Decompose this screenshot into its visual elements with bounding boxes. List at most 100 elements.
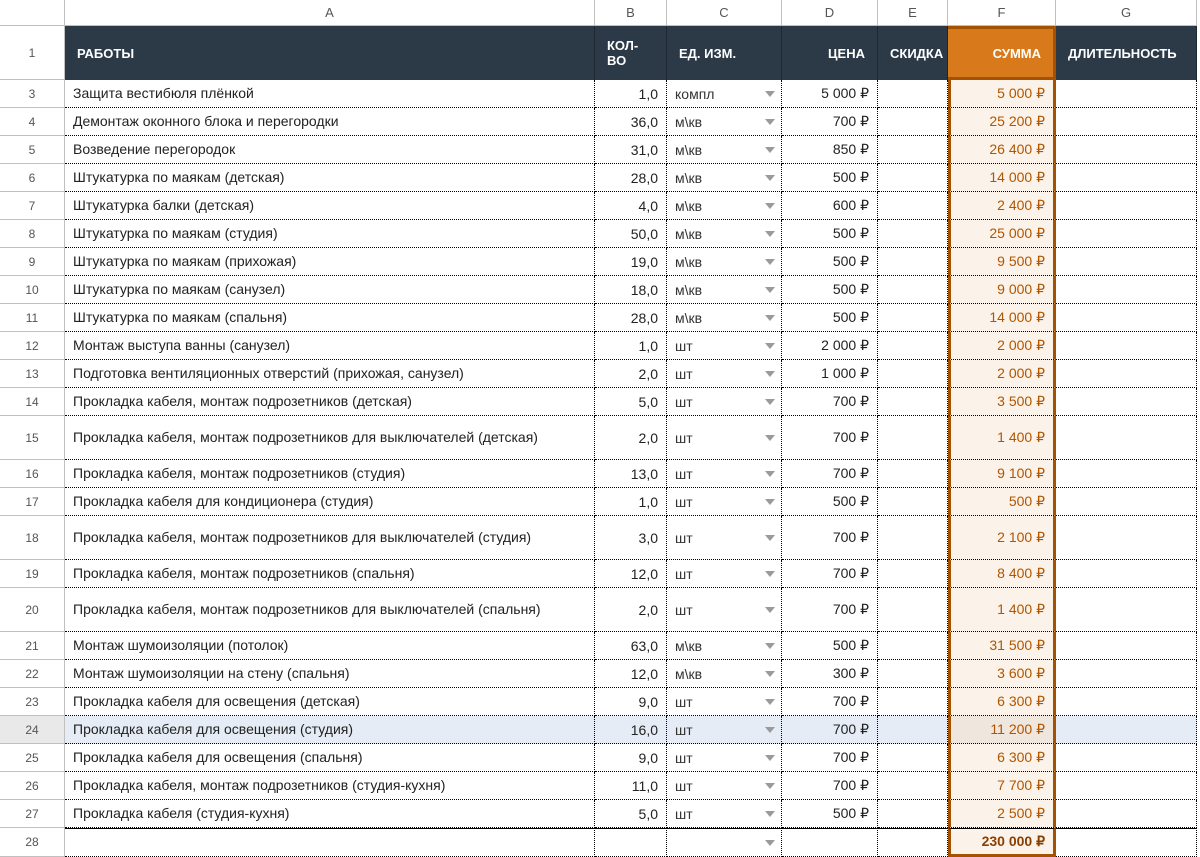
cell-qty[interactable]: 1,0 [595,80,667,108]
cell-unit[interactable]: шт [667,416,782,460]
dropdown-caret-icon[interactable] [765,231,775,237]
dropdown-caret-icon[interactable] [765,755,775,761]
cell-qty[interactable]: 5,0 [595,388,667,416]
cell-discount[interactable] [878,80,948,108]
dropdown-caret-icon[interactable] [765,535,775,541]
cell-discount[interactable] [878,360,948,388]
row-head-17[interactable]: 17 [0,488,65,516]
cell-sum[interactable]: 3 500 ₽ [948,388,1056,416]
cell-price[interactable]: 500 ₽ [782,488,878,516]
cell-work[interactable]: Прокладка кабеля для освещения (студия) [65,716,595,744]
cell-price[interactable]: 700 ₽ [782,588,878,632]
cell-work[interactable]: Прокладка кабеля для освещения (детская) [65,688,595,716]
cell-duration[interactable] [1056,560,1197,588]
cell-duration[interactable] [1056,248,1197,276]
cell-work[interactable]: Штукатурка по маякам (прихожая) [65,248,595,276]
cell-duration[interactable] [1056,164,1197,192]
row-head-28[interactable]: 28 [0,828,65,857]
cell-duration-total[interactable] [1056,828,1197,857]
cell-unit[interactable]: м\кв [667,632,782,660]
cell-discount[interactable] [878,108,948,136]
dropdown-caret-icon[interactable] [765,371,775,377]
cell-duration[interactable] [1056,304,1197,332]
dropdown-caret-icon[interactable] [765,343,775,349]
cell-discount-total[interactable] [878,828,948,857]
col-head-C[interactable]: C [667,0,782,26]
row-head-25[interactable]: 25 [0,744,65,772]
row-head-13[interactable]: 13 [0,360,65,388]
cell-sum[interactable]: 8 400 ₽ [948,560,1056,588]
row-head-18[interactable]: 18 [0,516,65,560]
cell-duration[interactable] [1056,108,1197,136]
cell-unit[interactable]: м\кв [667,304,782,332]
row-head-5[interactable]: 5 [0,136,65,164]
dropdown-caret-icon[interactable] [765,699,775,705]
cell-unit[interactable]: шт [667,744,782,772]
cell-qty[interactable]: 36,0 [595,108,667,136]
cell-duration[interactable] [1056,588,1197,632]
cell-unit[interactable]: шт [667,488,782,516]
cell-discount[interactable] [878,632,948,660]
cell-work[interactable]: Прокладка кабеля, монтаж подрозетников (… [65,388,595,416]
cell-sum[interactable]: 2 500 ₽ [948,800,1056,828]
dropdown-caret-icon[interactable] [765,259,775,265]
cell-discount[interactable] [878,164,948,192]
row-head-12[interactable]: 12 [0,332,65,360]
cell-price[interactable]: 1 000 ₽ [782,360,878,388]
row-head-27[interactable]: 27 [0,800,65,828]
cell-duration[interactable] [1056,220,1197,248]
cell-sum[interactable]: 2 100 ₽ [948,516,1056,560]
cell-work[interactable]: Защита вестибюля плёнкой [65,80,595,108]
cell-unit[interactable]: шт [667,460,782,488]
cell-duration[interactable] [1056,136,1197,164]
cell-sum[interactable]: 3 600 ₽ [948,660,1056,688]
cell-qty[interactable]: 50,0 [595,220,667,248]
cell-sum[interactable]: 26 400 ₽ [948,136,1056,164]
row-head-23[interactable]: 23 [0,688,65,716]
cell-discount[interactable] [878,772,948,800]
cell-sum[interactable]: 1 400 ₽ [948,416,1056,460]
cell-discount[interactable] [878,744,948,772]
cell-qty[interactable]: 5,0 [595,800,667,828]
cell-duration[interactable] [1056,192,1197,220]
cell-price[interactable]: 700 ₽ [782,772,878,800]
cell-price[interactable]: 700 ₽ [782,388,878,416]
row-head-11[interactable]: 11 [0,304,65,332]
col-head-D[interactable]: D [782,0,878,26]
col-head-E[interactable]: E [878,0,948,26]
cell-qty[interactable]: 13,0 [595,460,667,488]
cell-discount[interactable] [878,488,948,516]
cell-work[interactable]: Штукатурка по маякам (детская) [65,164,595,192]
cell-qty[interactable]: 2,0 [595,416,667,460]
cell-qty[interactable]: 2,0 [595,360,667,388]
cell-duration[interactable] [1056,632,1197,660]
cell-duration[interactable] [1056,716,1197,744]
dropdown-caret-icon[interactable] [765,435,775,441]
dropdown-caret-icon[interactable] [765,119,775,125]
row-head-3[interactable]: 3 [0,80,65,108]
cell-qty[interactable]: 31,0 [595,136,667,164]
cell-unit-total[interactable] [667,828,782,857]
cell-price[interactable]: 600 ₽ [782,192,878,220]
cell-work[interactable]: Прокладка кабеля, монтаж подрозетников (… [65,460,595,488]
cell-unit[interactable]: шт [667,560,782,588]
dropdown-caret-icon[interactable] [765,287,775,293]
cell-sum[interactable]: 6 300 ₽ [948,688,1056,716]
cell-duration[interactable] [1056,688,1197,716]
cell-price[interactable]: 700 ₽ [782,560,878,588]
cell-sum[interactable]: 14 000 ₽ [948,304,1056,332]
cell-unit[interactable]: шт [667,688,782,716]
cell-sum[interactable]: 14 000 ₽ [948,164,1056,192]
cell-sum[interactable]: 6 300 ₽ [948,744,1056,772]
row-head-10[interactable]: 10 [0,276,65,304]
cell-qty-total[interactable] [595,828,667,857]
cell-price[interactable]: 500 ₽ [782,800,878,828]
cell-discount[interactable] [878,560,948,588]
cell-duration[interactable] [1056,360,1197,388]
cell-work[interactable]: Прокладка кабеля, монтаж подрозетников (… [65,772,595,800]
cell-qty[interactable]: 18,0 [595,276,667,304]
cell-unit[interactable]: шт [667,800,782,828]
cell-discount[interactable] [878,800,948,828]
col-head-F[interactable]: F [948,0,1056,26]
row-head-6[interactable]: 6 [0,164,65,192]
